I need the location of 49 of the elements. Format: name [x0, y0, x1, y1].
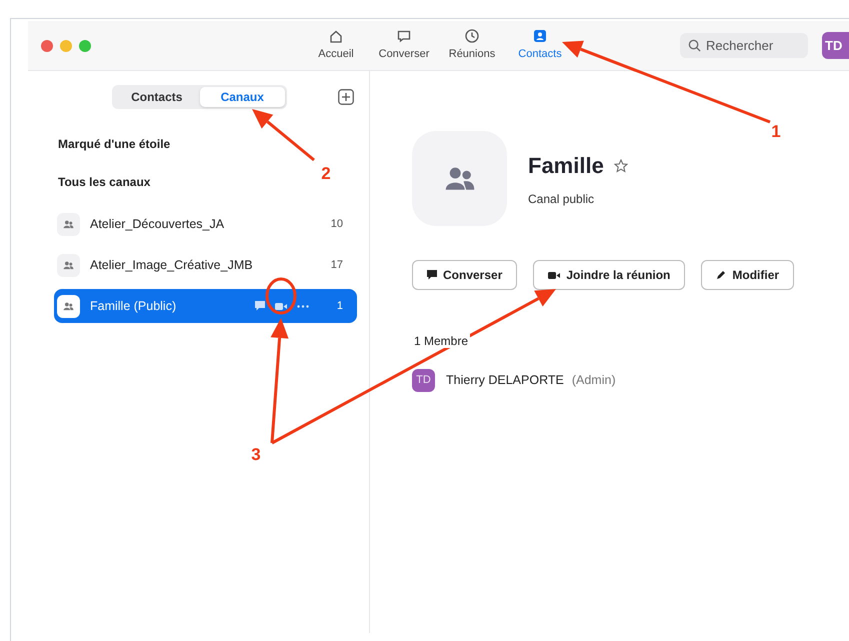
close-window-button[interactable] — [41, 40, 53, 52]
toolbar-tab[interactable]: Réunions — [444, 28, 500, 63]
unread-count: 1 — [336, 298, 343, 314]
channel-name: Atelier_Découvertes_JA — [90, 216, 224, 233]
chat-bubble-icon — [396, 28, 412, 44]
contact-card-icon — [532, 28, 548, 44]
search-icon — [688, 39, 701, 52]
members-heading: 1 Membre — [414, 334, 470, 348]
user-avatar[interactable]: TD — [822, 32, 849, 59]
channel-row[interactable]: Famille (Public) 1 — [54, 289, 357, 323]
unread-count: 17 — [330, 258, 343, 273]
annotation-number: 1 — [771, 122, 781, 141]
people-icon — [62, 218, 75, 230]
unread-count: 10 — [330, 216, 343, 232]
segment-tab[interactable]: Contacts — [114, 87, 200, 107]
clock-icon — [464, 28, 480, 44]
toolbar-tab[interactable]: Accueil — [308, 28, 364, 63]
people-icon — [62, 300, 75, 312]
highlight-circle — [266, 278, 296, 314]
channel-row[interactable]: Atelier_Découvertes_JA 10 — [54, 207, 357, 241]
more-icon[interactable] — [296, 304, 309, 308]
annotation-arrow — [252, 109, 315, 162]
video-camera-icon — [548, 270, 560, 280]
pencil-icon — [716, 270, 726, 280]
segment-tab[interactable]: Canaux — [200, 87, 285, 107]
annotation-number: 2 — [321, 164, 331, 183]
channel-subtitle: Canal public — [528, 191, 596, 208]
member-role: (Admin) — [572, 372, 616, 390]
action-button[interactable]: Converser — [412, 260, 518, 290]
home-icon — [328, 28, 344, 44]
action-button[interactable]: Modifier — [701, 260, 794, 290]
action-button[interactable]: Joindre la réunion — [533, 260, 686, 290]
search-field[interactable]: Rechercher — [680, 33, 808, 58]
member-name: Thierry DELAPORTE — [446, 372, 564, 390]
member-avatar: TD — [412, 369, 435, 392]
star-icon[interactable] — [614, 159, 628, 173]
channel-row[interactable]: Atelier_Image_Créative_JMB 17 — [54, 248, 357, 282]
chat-bubble-icon — [427, 270, 437, 280]
channel-name: Famille (Public) — [90, 298, 176, 315]
people-icon — [62, 258, 75, 272]
section-heading: Marqué d'une étoile — [57, 136, 172, 153]
channel-name: Atelier_Image_Créative_JMB — [90, 256, 253, 274]
add-icon[interactable] — [338, 89, 354, 105]
zoom-window-button[interactable] — [79, 40, 91, 52]
toolbar-tab[interactable]: Converser — [376, 28, 432, 63]
video-camera-icon[interactable] — [274, 302, 287, 310]
channel-title: Famille — [528, 155, 604, 177]
chat-bubble-icon[interactable] — [254, 301, 265, 311]
annotation-number: 3 — [251, 445, 261, 464]
